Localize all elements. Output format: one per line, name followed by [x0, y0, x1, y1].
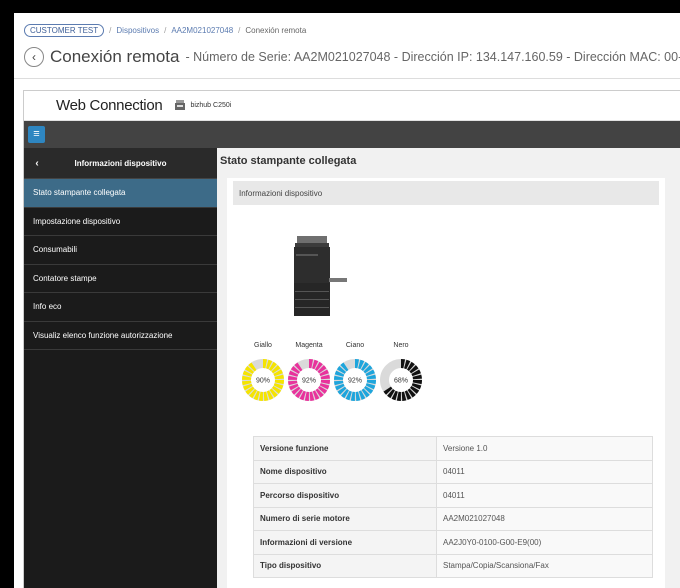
- main-content: Stato stampante collegata Informazioni d…: [217, 148, 680, 588]
- sidebar-item-print-counter[interactable]: Contatore stampe: [24, 265, 217, 293]
- toner-labels: Giallo Magenta Ciano Nero: [243, 342, 433, 352]
- page-subtitle: - Número de Serie: AA2M021027048 - Direc…: [185, 50, 680, 64]
- table-value: AA2M021027048: [436, 506, 653, 531]
- toner-gauge-magenta: 92%: [288, 359, 330, 401]
- sidebar-item-device-settings[interactable]: Impostazione dispositivo: [24, 208, 217, 236]
- sidebar-item-label: Stato stampante collegata: [33, 188, 126, 198]
- toner-label-black: Nero: [393, 342, 409, 349]
- content-title: Stato stampante collegata: [220, 155, 357, 167]
- table-value: 04011: [436, 459, 653, 484]
- table-row: Versione funzione Versione 1.0: [253, 436, 653, 461]
- breadcrumb-separator: /: [109, 25, 112, 35]
- table-key: Nome dispositivo: [253, 459, 437, 484]
- sidebar-item-eco-info[interactable]: Info eco: [24, 293, 217, 322]
- gauge-value: 92%: [302, 378, 316, 385]
- device-info-table: Versione funzione Versione 1.0 Nome dispo…: [253, 436, 653, 578]
- sidebar-title: Informazioni dispositivo: [74, 158, 167, 168]
- toner-gauge-black: 68%: [380, 359, 422, 401]
- device-info-panel: Informazioni dispositivo Giallo Magenta …: [227, 178, 665, 588]
- table-value: AA2J0Y0-0100-G00-E9(00): [436, 530, 653, 555]
- wc-nav-bar: ≡: [24, 121, 680, 148]
- breadcrumb: CUSTOMER TEST / Dispositivos / AA2M02102…: [24, 23, 306, 37]
- wc-model-name: bizhub C250i: [190, 102, 232, 109]
- breadcrumb-current: Conexión remota: [245, 25, 307, 35]
- sidebar: ‹ Informazioni dispositivo Stato stampan…: [24, 148, 217, 588]
- table-value: 04011: [436, 483, 653, 508]
- printer-icon: [175, 100, 186, 110]
- sidebar-item-consumables[interactable]: Consumabili: [24, 236, 217, 265]
- breadcrumb-devices[interactable]: Dispositivos: [116, 26, 159, 35]
- hamburger-menu-icon[interactable]: ≡: [28, 126, 45, 143]
- toner-label-magenta: Magenta: [295, 342, 323, 349]
- table-value: Versione 1.0: [436, 436, 653, 461]
- table-row: Percorso dispositivo 04011: [253, 483, 653, 508]
- breadcrumb-serial[interactable]: AA2M021027048: [171, 26, 233, 35]
- sidebar-item-label: Contatore stampe: [33, 273, 97, 283]
- wc-header: Web Connection bizhub C250i: [24, 91, 680, 121]
- wc-model: bizhub C250i: [174, 100, 231, 111]
- table-key: Informazioni di versione: [253, 530, 437, 555]
- gauge-value: 68%: [394, 378, 408, 385]
- panel-header: Informazioni dispositivo: [233, 181, 659, 205]
- table-key: Percorso dispositivo: [253, 483, 437, 508]
- sidebar-item-label: Visualiz elenco funzione autorizzazione: [33, 330, 173, 340]
- table-key: Versione funzione: [253, 436, 437, 461]
- sidebar-header: ‹ Informazioni dispositivo: [24, 148, 217, 179]
- table-key: Numero di serie motore: [253, 506, 437, 531]
- table-key: Tipo dispositivo: [253, 553, 437, 578]
- sidebar-item-label: Impostazione dispositivo: [33, 216, 121, 226]
- back-button[interactable]: ‹: [24, 47, 44, 67]
- table-row: Tipo dispositivo Stampa/Copia/Scansiona/F…: [253, 553, 653, 578]
- toner-gauge-cyan: 92%: [334, 359, 376, 401]
- table-value: Stampa/Copia/Scansiona/Fax: [436, 553, 653, 578]
- breadcrumb-customer[interactable]: CUSTOMER TEST: [24, 23, 105, 37]
- sidebar-item-label: Consumabili: [33, 245, 78, 255]
- toner-label-cyan: Ciano: [345, 342, 365, 349]
- breadcrumb-separator: /: [164, 25, 167, 35]
- remote-web-connection: Web Connection bizhub C250i ≡ ‹ Informaz…: [23, 90, 680, 588]
- gauge-value: 90%: [256, 378, 270, 385]
- toner-gauge-yellow: 90%: [242, 359, 284, 401]
- sidebar-back-icon[interactable]: ‹: [24, 158, 50, 169]
- page-title: Conexión remota: [50, 47, 180, 66]
- gauge-value: 92%: [348, 378, 362, 385]
- printer-image: [294, 236, 347, 316]
- table-row: Informazioni di versione AA2J0Y0-0100-G00…: [253, 530, 653, 555]
- breadcrumb-separator: /: [238, 25, 241, 35]
- sidebar-item-printer-status[interactable]: Stato stampante collegata: [24, 179, 217, 208]
- app-frame: CUSTOMER TEST / Dispositivos / AA2M02102…: [14, 13, 680, 588]
- wc-logo: Web Connection: [56, 97, 163, 114]
- sidebar-item-label: Info eco: [33, 302, 62, 312]
- chevron-left-icon: ‹: [32, 50, 36, 64]
- wc-body: ‹ Informazioni dispositivo Stato stampan…: [24, 148, 680, 588]
- table-row: Numero di serie motore AA2M021027048: [253, 506, 653, 531]
- header-divider: [14, 78, 680, 79]
- toner-label-yellow: Giallo: [254, 342, 272, 349]
- page-header: ‹ Conexión remota - Número de Serie: AA2…: [24, 45, 680, 69]
- sidebar-item-auth-functions[interactable]: Visualiz elenco funzione autorizzazione: [24, 322, 217, 350]
- table-row: Nome dispositivo 04011: [253, 459, 653, 484]
